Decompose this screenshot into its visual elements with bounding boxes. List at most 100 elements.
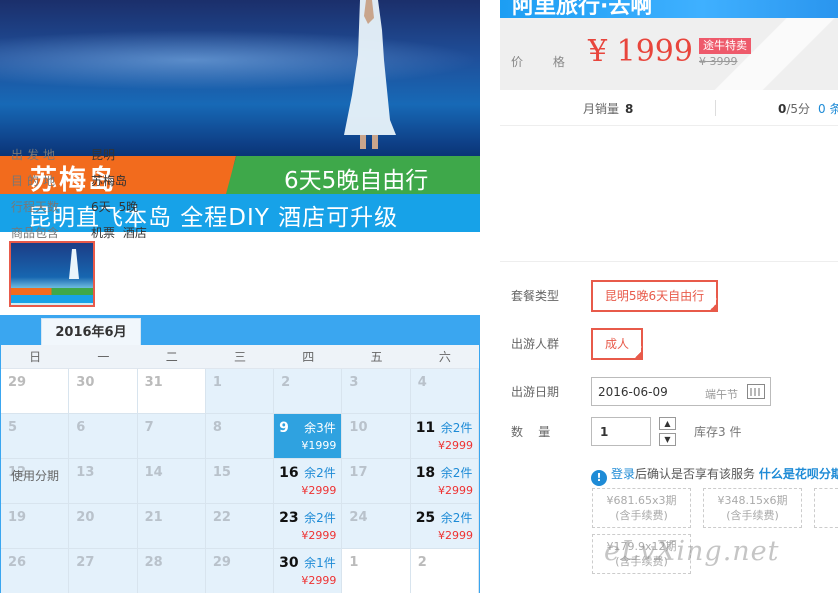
installment-notice-text: 后确认是否享有该服务: [635, 467, 756, 481]
banner-duration: 6天5晚自由行: [284, 168, 429, 194]
day-stock: 余3件: [304, 421, 336, 435]
quantity-label: 数 量: [511, 425, 551, 439]
calendar-day-selected[interactable]: 9 余3件 ¥1999: [274, 414, 343, 459]
calendar-day: 22: [205, 504, 275, 549]
thumbnail-title-bar: [11, 288, 93, 295]
thumbnail-figure: [69, 249, 79, 279]
day-price: ¥2999: [301, 529, 337, 542]
info-value: 6天 5晚: [91, 200, 139, 214]
calendar-day: 21: [137, 504, 206, 549]
calendar-day: 29: [1, 369, 70, 414]
weekday-label: 四: [302, 350, 315, 364]
calendar-day-available[interactable]: 25 余2件 ¥2999: [410, 504, 479, 549]
monthly-sales: 月销量 8: [583, 100, 633, 117]
day-number: 18: [415, 465, 436, 481]
info-key: 商品包含: [11, 226, 60, 240]
calendar-day: 2: [274, 369, 343, 414]
calendar-day: 8: [205, 414, 275, 459]
package-type-label: 套餐类型: [511, 289, 560, 303]
day-price: ¥2999: [437, 529, 473, 542]
price-label: 价 格: [511, 55, 578, 69]
calendar-day: 29: [205, 549, 275, 593]
day-number: 24: [349, 510, 368, 525]
day-price: ¥2999: [437, 484, 473, 497]
quantity-increase-button[interactable]: ▲: [659, 417, 676, 430]
day-number: 7: [144, 420, 154, 435]
login-link[interactable]: 登录: [611, 467, 635, 481]
banner-thumbnail[interactable]: [9, 241, 95, 307]
calendar-day-available[interactable]: 30 余1件 ¥2999: [274, 549, 343, 593]
calendar-day: 28: [137, 549, 206, 593]
rating-score: 0/5分 0 条: [778, 100, 838, 117]
calendar-day: 1: [205, 369, 275, 414]
installment-label: 使用分期: [11, 469, 60, 483]
calendar-day: 7: [137, 414, 206, 459]
calendar-rows: 29 30 31 1 2 3 4 5 6 7 8 9 余3件 ¥1999 10 11 余2件 ¥2999 12 13 1…: [1, 369, 479, 593]
day-price: ¥2999: [437, 439, 473, 452]
plan-amount: ¥681.65x3期: [606, 494, 677, 507]
day-number: 19: [8, 510, 27, 525]
woman-figure-image: [344, 0, 396, 149]
day-number: 20: [76, 510, 95, 525]
calendar-day: 31: [137, 369, 206, 414]
quantity-decrease-button[interactable]: ▼: [659, 433, 676, 446]
calendar-day: 17: [342, 459, 411, 504]
day-stock: 余2件: [304, 511, 336, 525]
day-price: ¥2999: [301, 574, 337, 587]
day-number: 30: [279, 555, 299, 571]
calendar-week-row: 5 6 7 8 9 余3件 ¥1999 10 11 余2件 ¥2999: [1, 414, 479, 459]
price-value: ¥ 1999: [588, 34, 693, 69]
quantity-input[interactable]: 1: [591, 417, 651, 446]
checkmark-icon: [633, 335, 643, 363]
calendar-weekday-header: 日一二三四五六: [1, 345, 479, 369]
day-number: 1: [212, 375, 222, 390]
plan-fee: (含手续费): [615, 509, 668, 522]
calendar-day: 6: [69, 414, 138, 459]
weekday-label: 五: [370, 350, 383, 364]
banner-sky: [0, 30, 480, 90]
installment-plan-extra[interactable]: [814, 488, 838, 528]
weekday-label: 六: [438, 350, 451, 364]
calendar-day-available[interactable]: 16 余2件 ¥2999: [274, 459, 343, 504]
day-number: 2: [417, 555, 427, 570]
traveler-option-text: 成人: [604, 337, 629, 351]
calendar-day: 5: [1, 414, 70, 459]
calendar-grid: 日一二三四五六 29 30 31 1 2 3 4 5 6 7 8 9 余3件 ¥1999 10 11 余2件 ¥2…: [1, 345, 479, 593]
info-key: 出发地: [11, 148, 60, 162]
travel-date-value: 2016-06-09: [598, 385, 668, 399]
day-number: 11: [415, 420, 436, 436]
info-row-departure: 出发地 昆明: [11, 146, 147, 172]
day-number: 17: [349, 465, 368, 480]
day-number: 16: [279, 465, 299, 481]
day-number: 2: [281, 375, 291, 390]
day-number: 5: [8, 420, 18, 435]
weekday-label: 日: [29, 350, 42, 364]
day-number: 3: [349, 375, 359, 390]
price-box-decoration: [698, 18, 838, 90]
package-option-selected[interactable]: 昆明5晚6天自由行: [591, 280, 718, 315]
calendar-day: 14: [137, 459, 206, 504]
calendar-day: 19: [1, 504, 70, 549]
installment-plan-6[interactable]: ¥348.15x6期 (含手续费): [703, 488, 802, 528]
section-divider: [500, 261, 838, 262]
calendar-day-available[interactable]: 11 余2件 ¥2999: [410, 414, 479, 459]
day-number: 30: [76, 375, 95, 390]
what-is-huabei-link[interactable]: 什么是花呗分期: [759, 467, 838, 481]
day-number: 13: [76, 465, 95, 480]
traveler-option-adult[interactable]: 成人: [591, 328, 643, 363]
calendar-icon[interactable]: [747, 384, 765, 399]
chevron-up-icon: ▲: [664, 419, 671, 428]
calendar-day: 13: [69, 459, 138, 504]
day-price: ¥2999: [301, 484, 337, 497]
calendar-month-tab[interactable]: 2016年6月: [41, 318, 141, 345]
day-number: 6: [76, 420, 86, 435]
installment-plan-3[interactable]: ¥681.65x3期 (含手续费): [592, 488, 691, 528]
day-number: 26: [8, 555, 27, 570]
calendar-day-available[interactable]: 23 余2件 ¥2999: [274, 504, 343, 549]
travel-date-input[interactable]: 2016-06-09 端午节: [591, 377, 771, 406]
tuniu-sale-badge: 途牛特卖: [699, 38, 751, 54]
stock-text: 库存3 件: [694, 425, 742, 439]
calendar-day: 3: [342, 369, 411, 414]
review-count-link[interactable]: 0 条: [818, 102, 838, 116]
calendar-day-available[interactable]: 18 余2件 ¥2999: [410, 459, 479, 504]
